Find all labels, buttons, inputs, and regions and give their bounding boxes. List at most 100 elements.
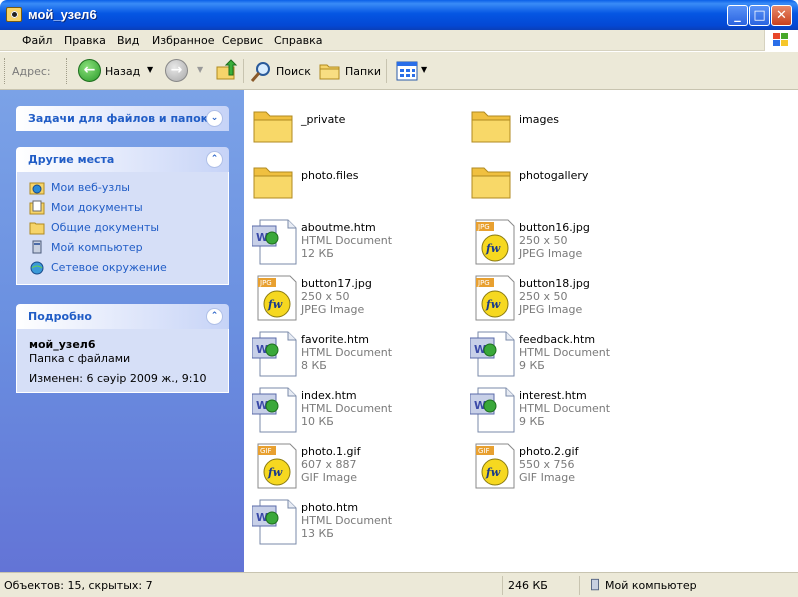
toolbar-separator: [243, 59, 244, 83]
search-button-label[interactable]: Поиск: [276, 65, 311, 78]
file-detail-line: JPEG Image: [301, 303, 365, 316]
file-name: photo.files: [301, 169, 359, 182]
forward-arrow-icon[interactable]: →: [165, 59, 188, 82]
details-type: Папка с файлами: [29, 352, 131, 365]
file-item[interactable]: _private: [244, 98, 444, 150]
jpeg-image-icon: JPG fw: [470, 218, 516, 266]
status-size: 246 КБ: [508, 579, 548, 592]
menu-edit[interactable]: Правка: [64, 34, 106, 47]
file-item[interactable]: photo.files: [244, 154, 444, 206]
file-detail-line: HTML Document: [301, 234, 393, 247]
gif-image-icon: GIF fw: [252, 442, 298, 490]
html-document-icon: W: [251, 386, 298, 434]
web-folders-icon: [29, 182, 45, 195]
back-button-label[interactable]: Назад: [105, 65, 140, 78]
status-objects: Объектов: 15, скрытых: 7: [4, 579, 153, 592]
file-detail-line: 13 КБ: [301, 527, 334, 540]
file-detail-line: HTML Document: [301, 346, 393, 359]
task-pane: Задачи для файлов и папок ⌄ Другие места…: [0, 90, 244, 572]
file-item[interactable]: GIF fw photo.2.gif 550 x 756 GIF Image: [462, 440, 662, 492]
window-title: мой_узел6: [28, 7, 97, 22]
folders-button-label[interactable]: Папки: [345, 65, 381, 78]
folders-icon[interactable]: [319, 62, 341, 80]
file-detail-line: HTML Document: [301, 402, 393, 415]
file-item[interactable]: photogallery: [462, 154, 662, 206]
file-detail-line: 250 x 50: [519, 290, 568, 303]
file-detail-line: JPEG Image: [519, 303, 583, 316]
status-size-cell: 246 КБ: [503, 576, 580, 595]
file-item[interactable]: Winterest.htm HTML Document 9 КБ: [462, 384, 662, 436]
file-name: photo.2.gif: [519, 445, 579, 458]
search-icon[interactable]: [250, 61, 272, 83]
svg-text:JPG: JPG: [259, 279, 272, 287]
close-button[interactable]: ✕: [771, 5, 792, 26]
collapse-chevron-icon[interactable]: ⌃: [206, 151, 223, 168]
svg-text:fw: fw: [267, 298, 283, 311]
file-item[interactable]: Wfeedback.htm HTML Document 9 КБ: [462, 328, 662, 380]
file-item[interactable]: GIF fw photo.1.gif 607 x 887 GIF Image: [244, 440, 444, 492]
menu-file[interactable]: Файл: [22, 34, 52, 47]
file-detail-line: HTML Document: [519, 346, 611, 359]
file-detail-line: 550 x 756: [519, 458, 575, 471]
places-panel-body: Мои веб-узлы Мои документы Общие докумен…: [16, 172, 229, 285]
file-item[interactable]: JPG fw button17.jpg 250 x 50 JPEG Image: [244, 272, 444, 324]
menu-help[interactable]: Справка: [274, 34, 322, 47]
my-documents-icon: [29, 200, 45, 215]
file-detail-line: 12 КБ: [301, 247, 334, 260]
status-location-cell: Мой компьютер: [580, 576, 798, 595]
minimize-button[interactable]: _: [727, 5, 748, 26]
details-panel-header[interactable]: Подробно ⌃: [16, 304, 229, 329]
tasks-panel-header[interactable]: Задачи для файлов и папок ⌄: [16, 106, 229, 131]
forward-dropdown-icon[interactable]: ▼: [197, 65, 203, 74]
menu-tools[interactable]: Сервис: [222, 34, 263, 47]
folder-icon: [252, 100, 298, 148]
network-icon: [30, 261, 44, 275]
menu-view[interactable]: Вид: [117, 34, 139, 47]
file-detail-line: 9 КБ: [519, 415, 545, 428]
expand-chevron-icon[interactable]: ⌄: [206, 110, 223, 127]
html-document-icon: W: [251, 498, 298, 546]
file-detail-line: JPEG Image: [519, 247, 583, 260]
toolbar-separator: [386, 59, 387, 83]
folder-icon: [470, 156, 516, 204]
file-item[interactable]: images: [462, 98, 662, 150]
file-name: photogallery: [519, 169, 589, 182]
menu-favorites[interactable]: Избранное: [152, 34, 214, 47]
file-detail-line: HTML Document: [519, 402, 611, 415]
file-name: button16.jpg: [519, 221, 590, 234]
title-bar[interactable]: мой_узел6 _ □ ✕: [0, 0, 798, 30]
file-item[interactable]: Wfavorite.htm HTML Document 8 КБ: [244, 328, 444, 380]
collapse-chevron-icon[interactable]: ⌃: [206, 308, 223, 325]
back-dropdown-icon[interactable]: ▼: [147, 65, 153, 74]
folder-up-icon[interactable]: [216, 59, 238, 81]
svg-text:fw: fw: [485, 466, 501, 479]
file-item[interactable]: JPG fw button16.jpg 250 x 50 JPEG Image: [462, 216, 662, 268]
views-dropdown-icon[interactable]: ▼: [421, 65, 427, 74]
file-list: _private images photo.files photogallery Wab…: [244, 90, 798, 572]
file-name: index.htm: [301, 389, 357, 402]
details-panel-title: Подробно: [28, 310, 92, 323]
file-item[interactable]: Waboutme.htm HTML Document 12 КБ: [244, 216, 444, 268]
html-document-icon: W: [469, 386, 516, 434]
file-name: images: [519, 113, 559, 126]
file-item[interactable]: Windex.htm HTML Document 10 КБ: [244, 384, 444, 436]
toolbar-grip[interactable]: [66, 58, 69, 84]
address-label[interactable]: Адрес:: [12, 65, 51, 78]
places-panel-header[interactable]: Другие места ⌃: [16, 147, 229, 172]
file-item[interactable]: Wphoto.htm HTML Document 13 КБ: [244, 496, 444, 548]
file-name: button17.jpg: [301, 277, 372, 290]
views-icon[interactable]: [396, 61, 418, 81]
places-panel-title: Другие места: [28, 153, 115, 166]
status-bar: Объектов: 15, скрытых: 7 246 КБ Мой комп…: [0, 572, 798, 597]
file-item[interactable]: JPG fw button18.jpg 250 x 50 JPEG Image: [462, 272, 662, 324]
maximize-button[interactable]: □: [749, 5, 770, 26]
file-name: aboutme.htm: [301, 221, 376, 234]
file-name: button18.jpg: [519, 277, 590, 290]
file-name: favorite.htm: [301, 333, 370, 346]
toolbar-grip[interactable]: [4, 58, 7, 84]
windows-logo-icon: [764, 30, 798, 51]
svg-text:fw: fw: [485, 298, 501, 311]
file-detail-line: GIF Image: [301, 471, 358, 484]
file-name: interest.htm: [519, 389, 587, 402]
back-arrow-icon[interactable]: ←: [78, 59, 101, 82]
